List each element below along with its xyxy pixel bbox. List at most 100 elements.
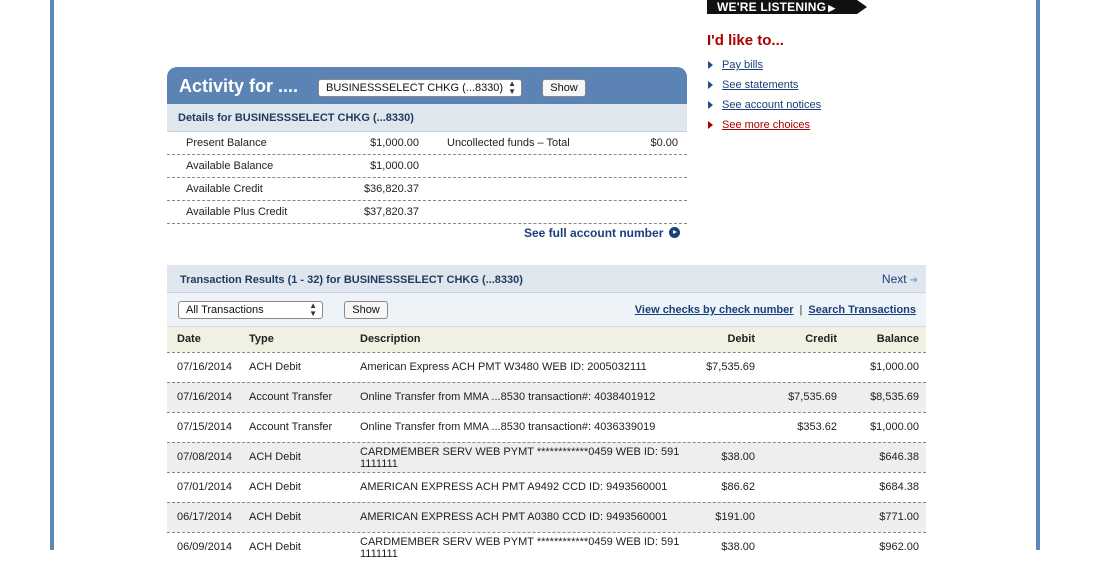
search-transactions-link[interactable]: Search Transactions — [808, 304, 916, 316]
row-debit: $7,535.69 — [706, 361, 755, 373]
activity-panel: Activity for .... BUSINESSSELECT CHKG (.… — [167, 67, 687, 240]
balance-value: $1,000.00 — [370, 160, 419, 172]
table-row: 07/01/2014 ACH Debit AMERICAN EXPRESS AC… — [167, 472, 926, 502]
row-credit: $353.62 — [797, 421, 837, 433]
like-to-item-notices: See account notices — [707, 97, 907, 117]
pay-bills-link[interactable]: Pay bills — [722, 59, 763, 71]
row-type: ACH Debit — [249, 511, 301, 523]
row-date: 07/16/2014 — [177, 361, 233, 373]
row-balance: $962.00 — [879, 541, 919, 553]
balance-row: Available Plus Credit $37,820.37 — [167, 201, 687, 224]
balance-row: Available Balance $1,000.00 — [167, 155, 687, 178]
row-balance: $1,000.00 — [870, 361, 919, 373]
like-to-item-more: See more choices — [707, 117, 907, 137]
row-type: ACH Debit — [249, 541, 301, 553]
col-credit: Credit — [805, 333, 837, 345]
table-row: 07/08/2014 ACH Debit CARDMEMBER SERV WEB… — [167, 442, 926, 472]
details-title: Details for BUSINESSSELECT CHKG (...8330… — [167, 104, 687, 132]
row-balance: $684.38 — [879, 481, 919, 493]
row-balance: $771.00 — [879, 511, 919, 523]
transaction-type-select[interactable]: All Transactions ▲ ▼ — [178, 301, 323, 319]
row-description: Online Transfer from MMA ...8530 transac… — [360, 391, 656, 403]
row-description: CARDMEMBER SERV WEB PYMT ************045… — [360, 446, 680, 470]
were-listening-banner[interactable]: WE'RE LISTENING ▶ — [707, 0, 867, 14]
select-arrows-icon: ▲ ▼ — [508, 79, 516, 96]
row-description: AMERICAN EXPRESS ACH PMT A0380 CCD ID: 9… — [360, 511, 668, 523]
bullet-arrow-icon — [708, 121, 713, 129]
transactions-header: Transaction Results (1 - 32) for BUSINES… — [167, 265, 926, 293]
row-type: Account Transfer — [249, 421, 333, 433]
col-debit: Debit — [727, 333, 756, 345]
select-arrows-icon: ▲ ▼ — [309, 301, 317, 318]
next-label: Next — [881, 272, 907, 286]
see-more-choices-link[interactable]: See more choices — [722, 119, 810, 131]
col-description: Description — [360, 333, 421, 345]
activity-title: Activity for .... — [179, 76, 299, 96]
balance-row: Available Credit $36,820.37 — [167, 178, 687, 201]
transactions-show-button[interactable]: Show — [344, 301, 388, 319]
table-row: 07/15/2014 Account Transfer Online Trans… — [167, 412, 926, 442]
row-description: AMERICAN EXPRESS ACH PMT A9492 CCD ID: 9… — [360, 481, 668, 493]
activity-header: Activity for .... BUSINESSSELECT CHKG (.… — [167, 67, 687, 104]
bullet-arrow-icon — [708, 61, 713, 69]
transactions-filter-bar: All Transactions ▲ ▼ Show View checks by … — [167, 293, 926, 327]
row-debit: $38.00 — [721, 451, 755, 463]
like-to-item-pay-bills: Pay bills — [707, 57, 907, 77]
table-row: 06/17/2014 ACH Debit AMERICAN EXPRESS AC… — [167, 502, 926, 532]
link-separator: | — [799, 304, 803, 316]
balance-label: Available Plus Credit — [186, 206, 288, 218]
row-debit: $86.62 — [721, 481, 755, 493]
transaction-type-value: All Transactions — [186, 304, 264, 316]
like-to-list: Pay bills See statements See account not… — [707, 57, 907, 137]
row-balance: $8,535.69 — [870, 391, 919, 403]
row-type: ACH Debit — [249, 451, 301, 463]
balance-value: $36,820.37 — [363, 183, 419, 195]
row-debit: $38.00 — [721, 541, 755, 553]
page-frame-left — [50, 0, 54, 550]
account-select-value: BUSINESSSELECT CHKG (...8330) — [326, 82, 504, 94]
col-type: Type — [249, 333, 274, 345]
balance-row: Present Balance $1,000.00 Uncollected fu… — [167, 132, 687, 155]
row-type: Account Transfer — [249, 391, 333, 403]
like-to-panel: I'd like to... Pay bills See statements … — [707, 32, 907, 137]
balance-label: Available Credit — [186, 183, 263, 195]
row-date: 07/08/2014 — [177, 451, 233, 463]
balance-label: Available Balance — [186, 160, 274, 172]
banner-text: WE'RE LISTENING — [717, 0, 827, 14]
row-type: ACH Debit — [249, 361, 301, 373]
transactions-title: Transaction Results (1 - 32) for BUSINES… — [180, 274, 523, 286]
row-credit: $7,535.69 — [788, 391, 837, 403]
see-account-notices-link[interactable]: See account notices — [722, 99, 821, 111]
balance-label: Present Balance — [186, 137, 267, 149]
see-statements-link[interactable]: See statements — [722, 79, 798, 91]
bullet-arrow-icon — [708, 81, 713, 89]
table-row: 06/09/2014 ACH Debit CARDMEMBER SERV WEB… — [167, 532, 926, 562]
like-to-item-statements: See statements — [707, 77, 907, 97]
col-balance: Balance — [876, 333, 919, 345]
balance-value: $1,000.00 — [370, 137, 419, 149]
row-type: ACH Debit — [249, 481, 301, 493]
uncollected-value: $0.00 — [650, 137, 678, 149]
next-page-link[interactable]: Next ➜ — [882, 272, 918, 286]
view-checks-link[interactable]: View checks by check number — [635, 304, 794, 316]
activity-show-button[interactable]: Show — [542, 79, 586, 97]
account-select[interactable]: BUSINESSSELECT CHKG (...8330) ▲ ▼ — [318, 79, 522, 97]
transactions-panel: Transaction Results (1 - 32) for BUSINES… — [167, 265, 926, 562]
circle-arrow-icon — [669, 227, 681, 238]
page-frame-right — [1036, 0, 1040, 550]
row-date: 07/15/2014 — [177, 421, 233, 433]
row-description: CARDMEMBER SERV WEB PYMT ************045… — [360, 536, 680, 560]
full-account-number-link[interactable]: See full account number — [524, 226, 681, 240]
row-date: 07/16/2014 — [177, 391, 233, 403]
table-row: 07/16/2014 Account Transfer Online Trans… — [167, 382, 926, 412]
row-date: 06/17/2014 — [177, 511, 233, 523]
row-date: 06/09/2014 — [177, 541, 233, 553]
row-debit: $191.00 — [715, 511, 755, 523]
transaction-links: View checks by check number | Search Trans… — [635, 304, 916, 316]
row-balance: $646.38 — [879, 451, 919, 463]
arrow-right-icon: ➜ — [909, 275, 918, 286]
full-account-label: See full account number — [524, 226, 664, 240]
bullet-arrow-icon — [708, 101, 713, 109]
table-row: 07/16/2014 ACH Debit American Express AC… — [167, 352, 926, 382]
row-description: Online Transfer from MMA ...8530 transac… — [360, 421, 656, 433]
